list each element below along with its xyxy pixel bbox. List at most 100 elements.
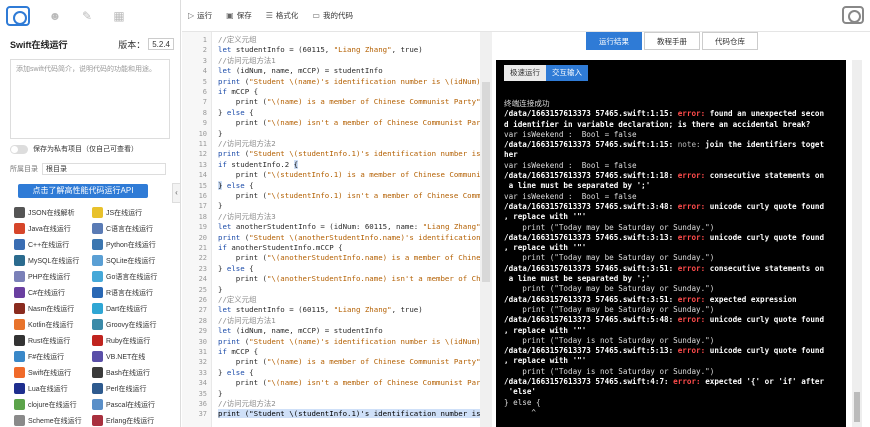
terminal-token: print ("Today may be Saturday or Sunday.… [504,222,715,232]
code-line[interactable]: } [218,389,222,399]
code-line[interactable]: //访问元组方法2 [218,399,276,409]
code-token: { [249,263,254,273]
terminal-token: /data/1663157613373 57465.swift:3:51: [504,294,678,304]
output-tab[interactable]: 运行结果 [586,32,642,50]
language-link[interactable]: R语言在线运行 [92,286,166,299]
code-line[interactable]: print ("Student \(studentInfo.1)'s ident… [218,149,492,159]
code-line[interactable]: print ("\(name) isn't a member of Chines… [218,378,492,388]
language-link[interactable]: Kotlin在线运行 [14,318,88,331]
language-link[interactable]: SQLite在线运行 [92,254,166,267]
code-token: print ( [218,191,267,200]
save-button[interactable]: ▣ 保存 [226,10,252,21]
language-link[interactable]: Bash在线运行 [92,366,166,379]
terminal-scrollbar[interactable] [852,60,862,427]
code-line[interactable]: } else { [218,368,254,378]
code-line[interactable]: let studentInfo = (60115, "Liang Zhang",… [218,305,423,315]
code-line[interactable]: let (idNum, name, mCCP) = studentInfo [218,66,383,76]
code-line[interactable]: } else { [218,180,254,191]
language-link[interactable]: C++在线运行 [14,238,88,251]
language-link[interactable]: Erlang在线运行 [92,414,166,427]
language-link[interactable]: Java在线运行 [14,222,88,235]
grid-icon[interactable]: ▦ [112,9,126,23]
version-selector[interactable]: 版本： 5.2.4 [118,38,174,51]
editor-scrollbar-thumb[interactable] [482,82,490,282]
code-area[interactable]: //定义元组 let studentInfo = (60115, "Liang Z… [218,32,492,427]
code-line[interactable]: //访问元组方法1 [218,56,276,66]
language-link[interactable]: Dart在线运行 [92,302,166,315]
language-link[interactable]: Pascal在线运行 [92,398,166,411]
language-link[interactable]: Nasm在线运行 [14,302,88,315]
code-line[interactable]: print ("\(anotherStudentInfo.name) isn't… [218,274,492,284]
api-info-button[interactable]: 点击了解高性能代码运行API [18,184,148,198]
language-link[interactable]: Perl在线运行 [92,382,166,395]
run-mode-tab[interactable]: 极速运行 [504,65,546,81]
code-line[interactable]: if mCCP { [218,347,258,357]
edit-icon[interactable]: ✎ [80,9,94,23]
code-line[interactable]: print ("Student \(name)'s identification… [218,77,489,87]
language-link[interactable]: JS在线运行 [92,206,166,219]
language-label: R语言在线运行 [106,289,154,297]
terminal-token: error: [677,232,710,242]
code-line[interactable]: print ("\(name) is a member of Chinese C… [218,357,485,367]
language-link[interactable]: Go语言在线运行 [92,270,166,283]
code-line[interactable]: //访问元组方法3 [218,212,276,222]
terminal-output: 终端连接成功/data/1663157613373 57465.swift:1:… [504,99,844,418]
code-line[interactable]: if anotherStudentInfo.mCCP { [218,243,343,253]
language-link[interactable]: Lua在线运行 [14,382,88,395]
my-code-button[interactable]: ▭ 我的代码 [312,10,353,21]
code-line[interactable]: } [218,129,222,139]
language-link[interactable]: Scheme在线运行 [14,414,88,427]
language-link[interactable]: C#在线运行 [14,286,88,299]
language-link[interactable]: Groovy在线运行 [92,318,166,331]
line-number: 28 [198,316,207,325]
code-line[interactable]: if mCCP { [218,87,258,97]
directory-select[interactable]: 根目录 [42,163,166,175]
language-link[interactable]: Python在线运行 [92,238,166,251]
language-link[interactable]: Swift在线运行 [14,366,88,379]
language-link[interactable]: MySQL在线运行 [14,254,88,267]
code-line[interactable]: //访问元组方法1 [218,316,276,326]
site-logo-icon[interactable] [6,6,30,26]
code-line[interactable]: //定义元组 [218,35,256,45]
code-line[interactable]: } else { [218,264,254,274]
language-link[interactable]: Ruby在线运行 [92,334,166,347]
code-line[interactable]: print ("\(anotherStudentInfo.name) is a … [218,253,492,263]
code-line[interactable]: //访问元组方法2 [218,139,276,149]
private-toggle[interactable] [10,144,28,154]
language-label: Go语言在线运行 [106,273,158,281]
language-link[interactable]: PHP在线运行 [14,270,88,283]
code-line[interactable]: print ("\(name) isn't a member of Chines… [218,118,492,128]
description-input[interactable]: 添加swift代码简介，说明代码的功能和用途。 [10,59,170,139]
user-icon[interactable]: ☻ [48,9,62,23]
code-line[interactable]: print ("\(studentInfo.1) isn't a member … [218,191,492,201]
code-line[interactable]: } else { [218,108,254,118]
code-line[interactable]: print ("\(name) is a member of Chinese C… [218,97,485,107]
language-link[interactable]: clojure在线运行 [14,398,88,411]
code-line[interactable]: print ("Student \(name)'s identification… [218,337,489,347]
run-button[interactable]: ▷ 运行 [188,10,212,21]
run-mode-tab[interactable]: 交互输入 [546,65,588,81]
code-line[interactable]: //定义元组 [218,295,256,305]
code-line[interactable]: } [218,285,222,295]
code-line[interactable]: print ("Student \(studentInfo.1)'s ident… [218,409,492,419]
sidebar-collapse-button[interactable]: ‹ [172,183,181,203]
language-link[interactable]: Rust在线运行 [14,334,88,347]
code-editor[interactable]: 1 2 3 4 5 6 7 8 9 10 11 12 13 14 15 16 17 18 19 20 21 22 23 24 2… [182,32,492,427]
code-line[interactable]: let (idNum, name, mCCP) = studentInfo [218,326,383,336]
format-button[interactable]: ☰ 格式化 [266,10,299,21]
code-line[interactable]: if studentInfo.2 { [218,159,299,170]
language-label: Java在线运行 [28,225,71,233]
code-line[interactable]: print ("\(studentInfo.1) is a member of … [218,170,492,180]
language-link[interactable]: VB.NET在线 [92,350,166,363]
output-tab[interactable]: 代码仓库 [702,32,758,50]
version-value[interactable]: 5.2.4 [148,38,174,50]
output-tab[interactable]: 教程手册 [644,32,700,50]
language-link[interactable]: JSON在线解析 [14,206,88,219]
language-link[interactable]: F#在线运行 [14,350,88,363]
terminal-scrollbar-thumb[interactable] [854,392,860,422]
code-line[interactable]: } [218,201,222,211]
code-line[interactable]: let studentInfo = (60115, "Liang Zhang",… [218,45,423,55]
language-link[interactable]: C语言在线运行 [92,222,166,235]
code-line[interactable]: let anotherStudentInfo = (idNum: 60115, … [218,222,492,232]
code-line[interactable]: print ("Student \(anotherStudentInfo.nam… [218,233,492,243]
